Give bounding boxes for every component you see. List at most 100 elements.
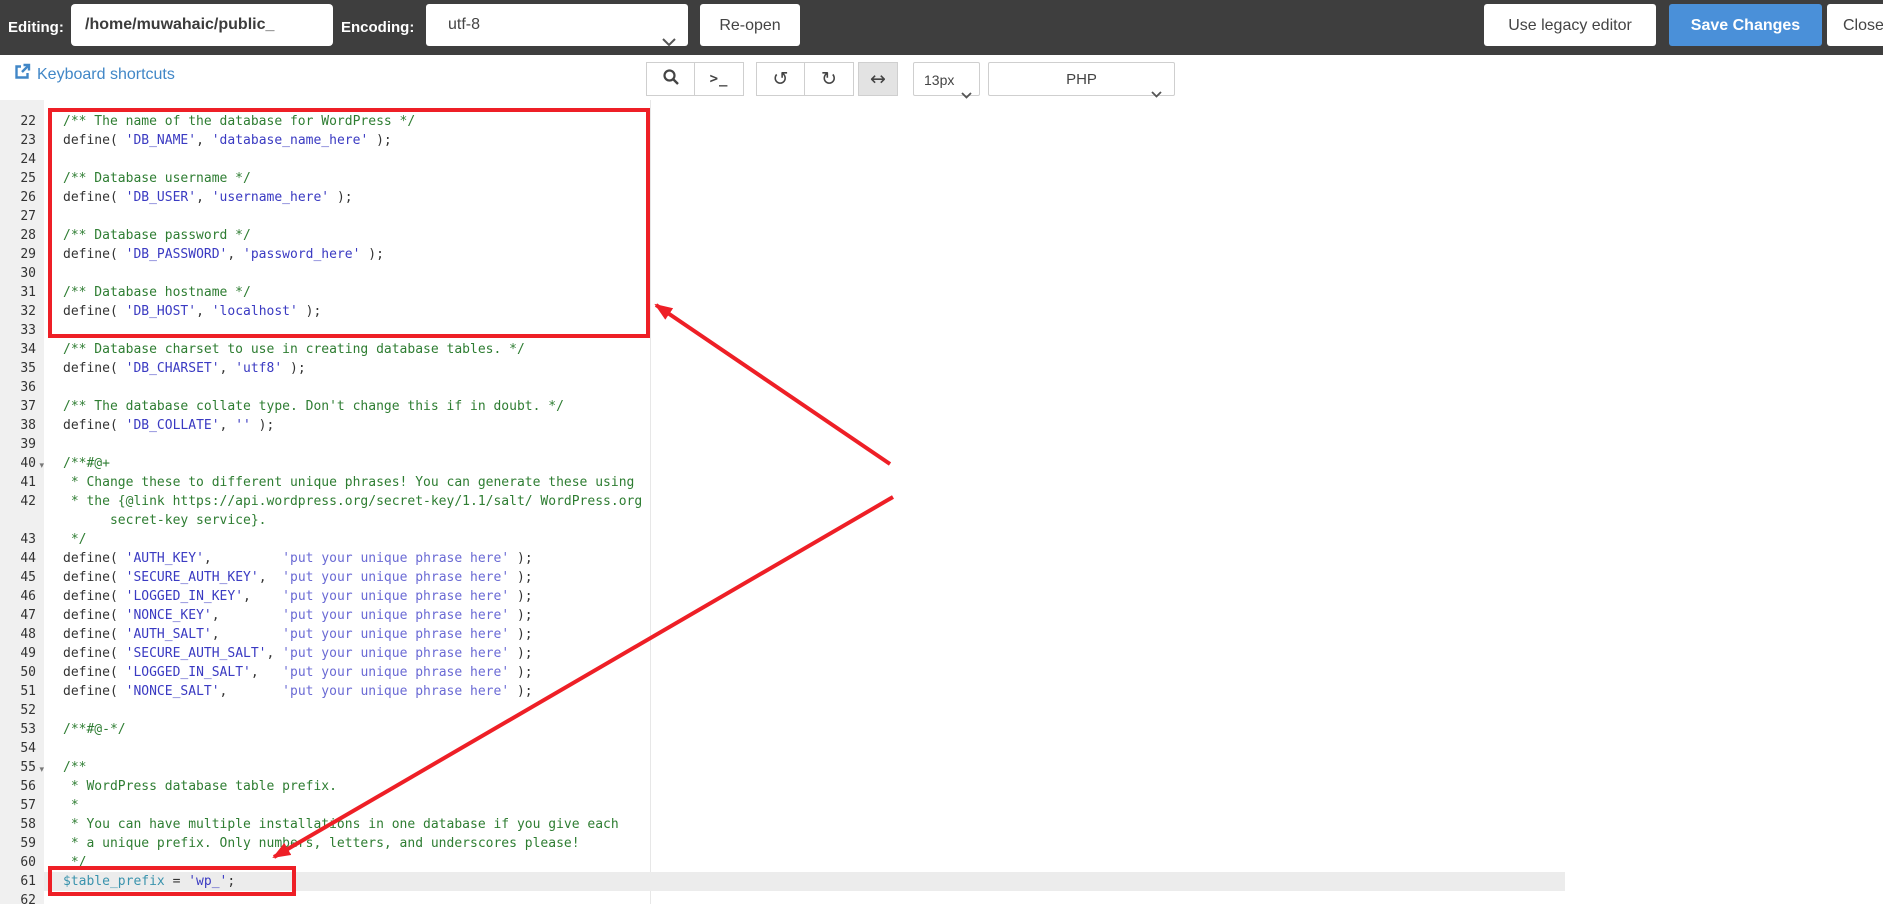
code-line[interactable]: /**#@-*/ [44,720,1565,739]
code-line[interactable]: $table_prefix = 'wp_'; [44,872,1565,891]
code-line[interactable]: /** Database charset to use in creating … [44,340,1565,359]
code-line[interactable]: /** The database collate type. Don't cha… [44,397,1565,416]
line-number[interactable]: 34 [0,340,44,359]
code-line[interactable]: /** Database username */ [44,169,1565,188]
line-number[interactable]: 51 [0,682,44,701]
code-line[interactable]: define( 'AUTH_KEY', 'put your unique phr… [44,549,1565,568]
code-line[interactable]: * [44,796,1565,815]
line-number[interactable]: 60 [0,853,44,872]
line-number[interactable]: 55 ▾ [0,758,44,777]
line-number[interactable]: 23 [0,131,44,150]
code-line[interactable]: /**#@+ [44,454,1565,473]
line-number[interactable]: 43 [0,530,44,549]
code-line[interactable]: /** Database password */ [44,226,1565,245]
line-number[interactable]: 31 [0,283,44,302]
language-select[interactable]: PHP [988,62,1175,98]
code-line[interactable]: define( 'SECURE_AUTH_SALT', 'put your un… [44,644,1565,663]
code-line[interactable] [44,891,1565,910]
encoding-select[interactable]: utf-8 [426,4,688,47]
code-line[interactable]: define( 'NONCE_KEY', 'put your unique ph… [44,606,1565,625]
save-changes-button[interactable]: Save Changes [1669,4,1822,46]
code-line[interactable]: /** The name of the database for WordPre… [44,112,1565,131]
line-number[interactable]: 53 [0,720,44,739]
line-number[interactable]: 56 [0,777,44,796]
terminal-button[interactable]: >_ [695,62,744,96]
line-number[interactable]: 35 [0,359,44,378]
code-line[interactable]: define( 'LOGGED_IN_KEY', 'put your uniqu… [44,587,1565,606]
code-line[interactable]: */ [44,853,1565,872]
code-editor[interactable]: 22 23 24 25 26 27 28 29 30 31 32 33 34 35 36 37 38 39 40 ▾ 4… [0,100,1883,908]
line-number[interactable] [0,511,44,530]
line-number[interactable]: 52 [0,701,44,720]
line-number[interactable]: 28 [0,226,44,245]
line-number[interactable]: 27 [0,207,44,226]
code-line[interactable]: define( 'DB_NAME', 'database_name_here' … [44,131,1565,150]
code-line[interactable]: define( 'DB_COLLATE', '' ); [44,416,1565,435]
code-line[interactable] [44,264,1565,283]
line-number[interactable]: 44 [0,549,44,568]
line-number[interactable]: 61 [0,872,44,891]
close-button[interactable]: Close [1827,4,1883,46]
code-line[interactable] [44,321,1565,340]
keyboard-shortcuts-link[interactable]: Keyboard shortcuts [13,63,175,86]
line-number[interactable]: 46 [0,587,44,606]
code-line[interactable]: define( 'DB_USER', 'username_here' ); [44,188,1565,207]
code-line[interactable]: * the {@link https://api.wordpress.org/s… [44,492,1565,511]
code-line[interactable]: define( 'DB_HOST', 'localhost' ); [44,302,1565,321]
code-line[interactable] [44,739,1565,758]
code-line[interactable]: define( 'SECURE_AUTH_KEY', 'put your uni… [44,568,1565,587]
line-number[interactable]: 37 [0,397,44,416]
use-legacy-editor-button[interactable]: Use legacy editor [1484,4,1656,46]
line-number[interactable]: 49 [0,644,44,663]
line-number[interactable]: 24 [0,150,44,169]
line-number[interactable]: 54 [0,739,44,758]
code-line[interactable]: * a unique prefix. Only numbers, letters… [44,834,1565,853]
code-line[interactable]: * WordPress database table prefix. [44,777,1565,796]
code-line[interactable] [44,207,1565,226]
undo-button[interactable]: ↺ [756,62,805,96]
line-number[interactable]: 40 ▾ [0,454,44,473]
line-number[interactable]: 26 [0,188,44,207]
line-number[interactable]: 47 [0,606,44,625]
line-number[interactable]: 57 [0,796,44,815]
line-number[interactable]: 59 [0,834,44,853]
line-number[interactable]: 39 [0,435,44,454]
code-line[interactable]: /** Database hostname */ [44,283,1565,302]
code-line[interactable] [44,378,1565,397]
code-line[interactable]: define( 'DB_CHARSET', 'utf8' ); [44,359,1565,378]
line-number[interactable]: 33 [0,321,44,340]
code-line[interactable]: define( 'DB_PASSWORD', 'password_here' )… [44,245,1565,264]
code-line[interactable] [44,701,1565,720]
code-line[interactable] [44,150,1565,169]
line-number[interactable]: 38 [0,416,44,435]
file-path-input[interactable] [71,4,333,46]
line-number[interactable]: 62 [0,891,44,910]
top-bar: Editing: Encoding: utf-8 Re-open Use leg… [0,0,1883,55]
code-line[interactable]: define( 'NONCE_SALT', 'put your unique p… [44,682,1565,701]
search-button[interactable] [646,62,695,96]
line-number[interactable]: 48 [0,625,44,644]
code-line[interactable]: /** [44,758,1565,777]
line-number[interactable]: 22 [0,112,44,131]
line-number[interactable]: 32 [0,302,44,321]
line-number[interactable]: 25 [0,169,44,188]
code-line[interactable]: secret-key service}. [44,511,1565,530]
code-line[interactable]: */ [44,530,1565,549]
line-number[interactable]: 30 [0,264,44,283]
code-line[interactable] [44,435,1565,454]
word-wrap-toggle-button[interactable]: ↔ [858,62,898,96]
redo-button[interactable]: ↻ [805,62,854,96]
line-number[interactable]: 41 [0,473,44,492]
code-line[interactable]: * You can have multiple installations in… [44,815,1565,834]
line-number[interactable]: 42 [0,492,44,511]
code-line[interactable]: define( 'LOGGED_IN_SALT', 'put your uniq… [44,663,1565,682]
line-number[interactable]: 58 [0,815,44,834]
line-number[interactable]: 50 [0,663,44,682]
line-number[interactable]: 29 [0,245,44,264]
code-line[interactable]: define( 'AUTH_SALT', 'put your unique ph… [44,625,1565,644]
font-size-select[interactable]: 13px [913,62,980,99]
reopen-button[interactable]: Re-open [700,4,800,46]
line-number[interactable]: 45 [0,568,44,587]
code-line[interactable]: * Change these to different unique phras… [44,473,1565,492]
line-number[interactable]: 36 [0,378,44,397]
